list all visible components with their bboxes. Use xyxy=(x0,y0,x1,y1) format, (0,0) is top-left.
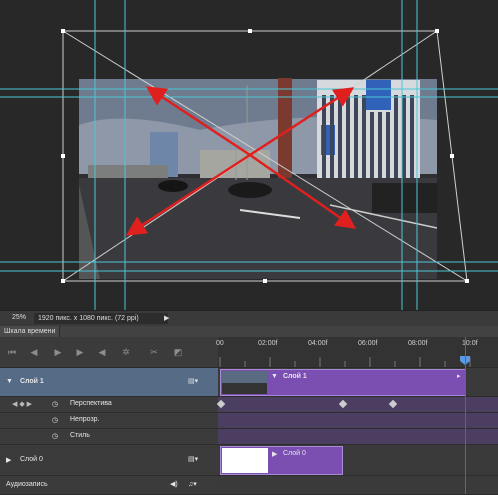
play-icon[interactable]: ▶ xyxy=(52,347,64,357)
zoom-level[interactable]: 25% xyxy=(12,314,26,321)
music-note-icon[interactable]: ♫▾ xyxy=(188,480,197,488)
film-icon[interactable]: ▤▾ xyxy=(188,455,198,463)
layer-name: Слой 1 xyxy=(20,378,44,385)
keyframe-marker[interactable] xyxy=(388,399,398,409)
clip-name: Слой 1 xyxy=(283,373,307,380)
keyframe-marker[interactable] xyxy=(338,399,348,409)
clip-layer0[interactable]: ▶ Слой 0 xyxy=(220,446,343,475)
stopwatch-icon[interactable]: ◷ xyxy=(52,416,58,424)
document-info: 1920 пикс. x 1080 пикс. (72 ppi) xyxy=(34,313,168,324)
transition-icon[interactable]: ◩ xyxy=(172,347,184,357)
property-label: Перспектива xyxy=(70,400,112,407)
timeline-tab[interactable]: Шкала времени xyxy=(0,326,61,337)
track-layer0: ▶ Слой 0 xyxy=(218,445,498,476)
speaker-icon[interactable]: ◀ xyxy=(96,347,108,357)
audio-label: Аудиозапись xyxy=(6,481,48,488)
clip-expand-icon[interactable]: ▼ xyxy=(271,373,278,380)
time-ruler[interactable]: 00 02:00f 04:00f 06:00f 08:00f 10:0f xyxy=(216,337,498,368)
prev-frame-icon[interactable]: ◀ xyxy=(28,347,40,357)
playhead-line[interactable] xyxy=(465,337,466,494)
ruler-tick: 08:00f xyxy=(408,340,428,347)
status-menu-arrow[interactable]: ▶ xyxy=(164,314,169,322)
audio-row[interactable]: Аудиозапись ◀) ♫▾ xyxy=(0,476,218,495)
keyframe-nav-icon[interactable]: ◀ ◆ ▶ xyxy=(12,400,32,408)
ruler-tick: 02:00f xyxy=(258,340,278,347)
next-frame-icon[interactable]: ▶ xyxy=(74,347,86,357)
track-perspective xyxy=(216,397,498,413)
ruler-tick: 00 xyxy=(216,340,224,347)
clip-thumbnail xyxy=(222,371,267,394)
track-opacity xyxy=(218,413,498,429)
ruler-tick: 04:00f xyxy=(308,340,328,347)
expand-arrow-icon[interactable]: ▶ xyxy=(6,456,11,464)
timeline-panel: ⏮ ◀ ▶ ▶ ◀ ✲ ✂ ◩ 00 02:00f 04:00f 06:00f … xyxy=(0,337,498,495)
photo-image xyxy=(79,78,438,279)
property-label: Стиль xyxy=(70,432,90,439)
track-style xyxy=(218,429,498,445)
timeline-header: Шкала времени xyxy=(0,326,498,337)
speaker-icon[interactable]: ◀) xyxy=(170,480,178,488)
clip-layer1[interactable]: ▼ Слой 1 ▸ xyxy=(220,369,466,396)
clip-name: Слой 0 xyxy=(283,450,306,457)
clip-thumbnail xyxy=(222,448,268,473)
ruler-tick: 06:00f xyxy=(358,340,378,347)
gear-icon[interactable]: ✲ xyxy=(120,347,132,357)
track-layer1: ▼ Слой 1 ▸ xyxy=(218,368,498,397)
clip-end-icon[interactable]: ▸ xyxy=(457,372,461,380)
canvas-area[interactable] xyxy=(0,0,498,310)
property-label: Непрозр. xyxy=(70,416,100,423)
stopwatch-icon[interactable]: ◷ xyxy=(52,400,58,408)
property-row-perspective[interactable]: ◀ ◆ ▶ ◷ Перспектива xyxy=(0,397,218,413)
playback-controls: ⏮ ◀ ▶ ▶ ◀ ✲ ✂ ◩ xyxy=(0,337,218,368)
expand-arrow-icon[interactable]: ▼ xyxy=(6,378,13,385)
document-canvas[interactable] xyxy=(0,0,498,310)
track-audio xyxy=(218,476,498,495)
layer-row-layer0[interactable]: ▶ Слой 0 ▤▾ xyxy=(0,445,218,476)
stopwatch-icon[interactable]: ◷ xyxy=(52,432,58,440)
layer-row-layer1[interactable]: ▼ Слой 1 ▤▾ xyxy=(0,368,218,397)
keyframe-marker[interactable] xyxy=(216,399,226,409)
status-bar: 25% 1920 пикс. x 1080 пикс. (72 ppi) ▶ xyxy=(0,310,498,326)
property-row-style[interactable]: ◷ Стиль xyxy=(0,429,218,445)
film-icon[interactable]: ▤▾ xyxy=(188,377,198,385)
first-frame-icon[interactable]: ⏮ xyxy=(6,347,18,357)
scissors-icon[interactable]: ✂ xyxy=(148,347,160,357)
layer-name: Слой 0 xyxy=(20,456,43,463)
property-row-opacity[interactable]: ◷ Непрозр. xyxy=(0,413,218,429)
clip-expand-icon[interactable]: ▶ xyxy=(272,450,277,458)
